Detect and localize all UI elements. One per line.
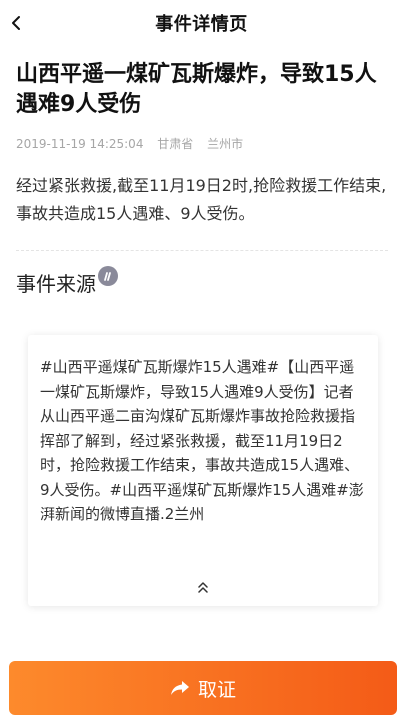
- source-badge-icon[interactable]: [98, 265, 118, 286]
- event-detail-page: 事件详情页 山西平遥一煤矿瓦斯爆炸，导致15人遇难9人受伤 2019-11-19…: [0, 0, 403, 721]
- article-summary: 经过紧张救援,截至11月19日2时,抢险救援工作结束,事故共造成15人遇难、9人…: [16, 176, 387, 223]
- article-meta: 2019-11-19 14:25:04 甘肃省 兰州市: [16, 135, 253, 152]
- source-card: #山西平遥煤矿瓦斯爆炸15人遇难#【山西平遥一煤矿瓦斯爆炸，导致15人遇难9人受…: [28, 335, 378, 606]
- collect-evidence-button[interactable]: 取证: [9, 661, 397, 715]
- share-arrow-icon: [170, 679, 190, 697]
- source-section-heading: 事件来源: [16, 265, 118, 297]
- page-title: 事件详情页: [155, 14, 248, 35]
- publish-datetime: 2019-11-19 14:25:04: [16, 137, 144, 151]
- back-button[interactable]: [6, 12, 26, 34]
- chevron-left-icon: [12, 16, 20, 30]
- location-province: 甘肃省: [157, 137, 194, 151]
- source-section-title: 事件来源: [16, 272, 96, 296]
- top-bar: 事件详情页: [0, 0, 403, 46]
- source-content: #山西平遥煤矿瓦斯爆炸15人遇难#【山西平遥一煤矿瓦斯爆炸，导致15人遇难9人受…: [40, 358, 364, 523]
- collapse-button[interactable]: [193, 579, 213, 595]
- collect-evidence-label: 取证: [197, 678, 236, 701]
- location-city: 兰州市: [207, 137, 244, 151]
- article-title: 山西平遥一煤矿瓦斯爆炸，导致15人遇难9人受伤: [16, 62, 377, 117]
- divider: [16, 250, 388, 251]
- double-chevron-up-icon: [198, 582, 208, 593]
